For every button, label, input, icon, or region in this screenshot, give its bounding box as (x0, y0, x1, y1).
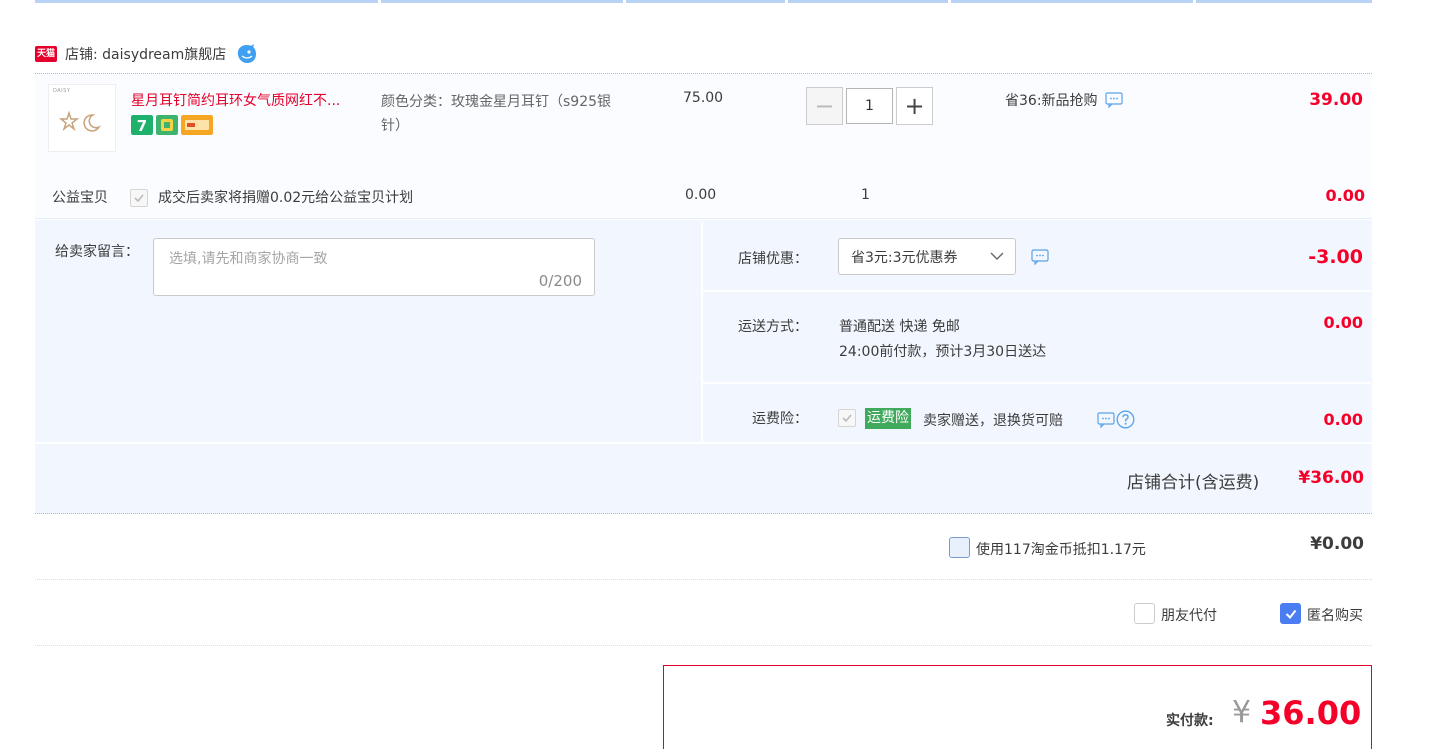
friend-pay-checkbox[interactable] (1134, 603, 1155, 624)
seven-day-return-icon[interactable]: 7 (131, 115, 153, 135)
friend-pay-label: 朋友代付 (1161, 608, 1217, 624)
panel-row-divider (703, 382, 1371, 384)
divider (35, 645, 1372, 646)
shop-header: 天猫 店铺: daisydream旗舰店 (35, 41, 258, 67)
insurance-tag: 运费险 (865, 408, 911, 429)
shipping-method-line: 普通配送 快递 免邮 (839, 319, 960, 335)
divider (35, 579, 1372, 580)
anonymous-purchase-checkbox[interactable] (1280, 603, 1301, 624)
insurance-icons (1097, 410, 1135, 429)
item-sku: 颜色分类：玫瑰金星月耳钉（s925银针） (381, 94, 612, 134)
shop-total-label: 店铺合计(含运费) (1127, 473, 1260, 493)
coin-deduction-text: 使用117淘金币抵扣1.17元 (976, 542, 1146, 558)
earring-image-icon (58, 110, 101, 132)
item-subtotal: 39.00 (1309, 90, 1363, 110)
seller-message-textarea[interactable]: 选填,请先和商家协商一致 0/200 (153, 238, 595, 296)
insurance-label: 运费险： (752, 411, 808, 427)
payment-label: 实付款: (1166, 713, 1214, 729)
shop-name-link[interactable]: 店铺: daisydream旗舰店 (65, 44, 226, 64)
charity-total: 0.00 (1325, 186, 1365, 205)
quantity-increase-button[interactable]: + (896, 87, 933, 125)
credit-card-icon[interactable] (181, 115, 213, 135)
item-unit-price: 75.00 (683, 90, 724, 106)
promotion-text: 省36:新品抢购 (1005, 93, 1098, 109)
quantity-decrease-button[interactable]: − (806, 87, 843, 125)
check-icon (842, 414, 852, 423)
coupon-discount-value: -3.00 (1308, 246, 1363, 268)
coupon-label: 店铺优惠： (738, 251, 808, 267)
item-thumbnail[interactable]: DAISY (48, 84, 116, 152)
quantity-stepper: − 1 + (806, 87, 933, 125)
quantity-input[interactable]: 1 (846, 88, 893, 124)
item-title-link[interactable]: 星月耳钉简约耳环女气质网红不... (131, 90, 376, 110)
charity-text: 成交后卖家将捐赠0.02元给公益宝贝计划 (158, 190, 414, 206)
help-icon[interactable] (1116, 410, 1135, 429)
charity-label: 公益宝贝 (52, 190, 108, 206)
service-badges: 7 (131, 115, 213, 135)
seller-message-placeholder: 选填,请先和商家协商一致 (169, 251, 328, 267)
charity-checkbox (130, 189, 148, 207)
check-icon (134, 194, 144, 203)
shipping-fee: 0.00 (1323, 313, 1363, 332)
item-promotion: 省36:新品抢购 (1005, 90, 1123, 110)
check-icon (1285, 609, 1296, 619)
panel-row-divider (35, 442, 1372, 444)
table-header-strip (35, 0, 1372, 3)
anonymous-purchase-label: 匿名购买 (1307, 608, 1363, 624)
payment-amount: 36.00 (1260, 694, 1362, 732)
chat-icon[interactable] (1097, 411, 1115, 428)
chat-icon[interactable] (1104, 92, 1123, 108)
seller-message-label: 给卖家留言： (55, 244, 139, 260)
coupon-selected-value: 省3元:3元优惠券 (851, 249, 958, 266)
coin-deduction-checkbox[interactable] (949, 537, 970, 558)
insurance-checkbox (838, 409, 856, 427)
chevron-down-icon (990, 252, 1004, 260)
wangwang-icon[interactable] (236, 44, 258, 64)
svg-text:7: 7 (137, 117, 147, 135)
chat-icon[interactable] (1031, 249, 1049, 265)
payment-currency: ¥ (1232, 695, 1252, 730)
insurance-text: 卖家赠送，退换货可赔 (923, 413, 1063, 429)
shop-total-value: ¥36.00 (1298, 468, 1364, 488)
shipping-label: 运送方式： (738, 319, 808, 335)
seller-message-counter: 0/200 (538, 272, 582, 290)
coin-deduction-value: ¥0.00 (1310, 534, 1364, 554)
coupon-select[interactable]: 省3元:3元优惠券 (838, 238, 1016, 275)
tmall-badge-icon: 天猫 (35, 46, 57, 62)
panel-row-divider (703, 290, 1371, 292)
shipping-eta-line: 24:00前付款，预计3月30日送达 (839, 344, 1047, 360)
guarantee-icon[interactable] (156, 115, 178, 135)
charity-quantity: 1 (861, 187, 870, 203)
charity-price: 0.00 (685, 187, 717, 203)
panel-divider (701, 222, 703, 442)
shipping-method: 普通配送 快递 免邮 24:00前付款，预计3月30日送达 (839, 315, 1046, 365)
insurance-fee: 0.00 (1323, 410, 1363, 429)
